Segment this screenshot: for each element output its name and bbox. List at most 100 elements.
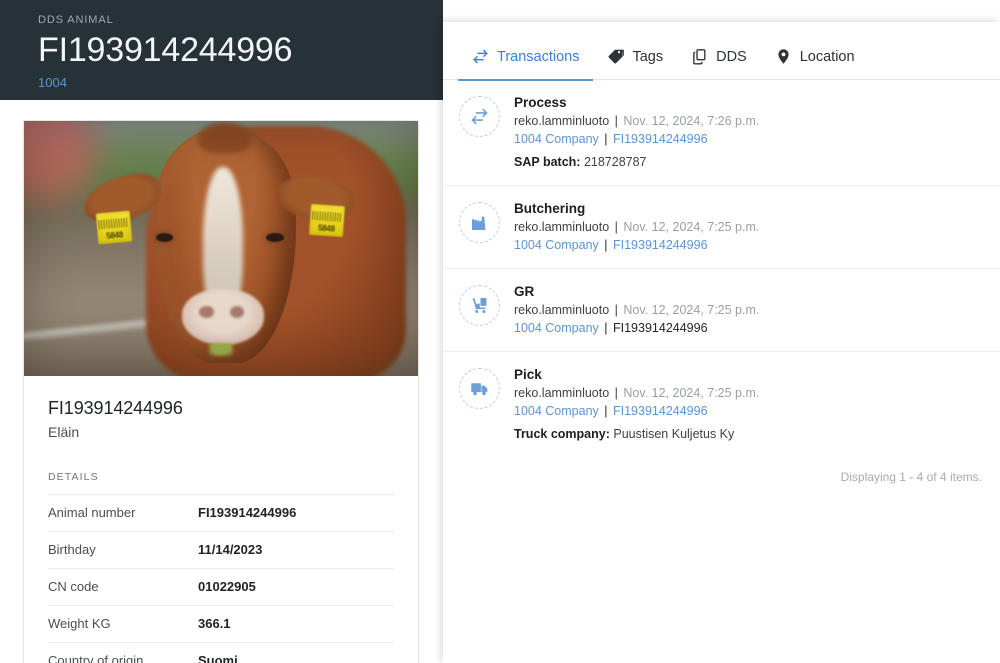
transaction-extra-value: 218728787: [583, 155, 647, 169]
tab-label: Tags: [632, 48, 664, 65]
transaction-title: Process: [514, 95, 567, 110]
tab-label: Transactions: [497, 48, 580, 65]
details-section-label: DETAILS: [48, 471, 99, 483]
detail-key: CN code: [48, 579, 99, 594]
animal-card-title: FI193914244996: [48, 398, 183, 418]
transfer-icon: [472, 48, 489, 65]
transaction-title: GR: [514, 284, 535, 299]
transaction-content: GR reko.lamminluoto | Nov. 12, 2024, 7:2…: [514, 283, 984, 337]
detail-key: Weight KG: [48, 616, 111, 631]
factory-icon: [459, 202, 500, 243]
transaction-row[interactable]: Butchering reko.lamminluoto | Nov. 12, 2…: [443, 186, 1000, 269]
meta-separator: |: [614, 114, 618, 128]
detail-key: Animal number: [48, 505, 136, 520]
detail-row: Birthday 11/14/2023: [48, 531, 394, 569]
tab-tags[interactable]: Tags: [593, 34, 677, 80]
page-header: DDS ANIMAL FI193914244996 1004: [0, 0, 443, 100]
meta-separator: |: [614, 220, 618, 234]
transaction-content: Butchering reko.lamminluoto | Nov. 12, 2…: [514, 200, 984, 254]
transaction-animal-text: FI193914244996: [613, 321, 708, 335]
page-title: FI193914244996: [38, 31, 293, 69]
transaction-user: reko.lamminluoto: [514, 220, 610, 234]
detail-row: Animal number FI193914244996: [48, 494, 394, 532]
transaction-company-link[interactable]: 1004 Company: [514, 321, 599, 335]
page-root: DDS ANIMAL FI193914244996 1004 5848 5848…: [0, 0, 1000, 663]
tag-icon: [607, 48, 625, 65]
transaction-animal-link[interactable]: FI193914244996: [613, 404, 708, 418]
detail-value: 366.1: [198, 616, 231, 631]
meta-separator: |: [614, 386, 618, 400]
transaction-extra-label: Truck company:: [514, 427, 610, 441]
transaction-user: reko.lamminluoto: [514, 303, 610, 317]
transaction-links: 1004 Company | FI193914244996: [514, 236, 984, 254]
detail-value: 11/14/2023: [198, 542, 263, 557]
animal-card: 5848 5848 FI193914244996 Eläin DETAILS A…: [23, 120, 419, 663]
transaction-timestamp: Nov. 12, 2024, 7:25 p.m.: [623, 220, 760, 234]
transactions-list: Process reko.lamminluoto | Nov. 12, 2024…: [443, 80, 1000, 457]
truck-icon: [459, 368, 500, 409]
transaction-meta: reko.lamminluoto | Nov. 12, 2024, 7:25 p…: [514, 219, 984, 236]
transaction-company-link[interactable]: 1004 Company: [514, 132, 599, 146]
transaction-meta: reko.lamminluoto | Nov. 12, 2024, 7:25 p…: [514, 385, 984, 402]
transaction-company-link[interactable]: 1004 Company: [514, 238, 599, 252]
tab-dds[interactable]: DDS: [677, 34, 761, 80]
transaction-extra-value: Puustisen Kuljetus Ky: [613, 427, 735, 441]
transaction-user: reko.lamminluoto: [514, 114, 610, 128]
transaction-extra: Truck company: Puustisen Kuljetus Ky: [514, 425, 984, 443]
transaction-animal-link[interactable]: FI193914244996: [613, 238, 708, 252]
detail-value: Suomi: [198, 653, 238, 663]
transaction-timestamp: Nov. 12, 2024, 7:25 p.m.: [623, 303, 760, 317]
ear-tag-left-number: 5848: [105, 229, 124, 240]
animal-card-body: FI193914244996 Eläin DETAILS Animal numb…: [24, 376, 418, 663]
transaction-row[interactable]: GR reko.lamminluoto | Nov. 12, 2024, 7:2…: [443, 269, 1000, 352]
header-company-link[interactable]: 1004: [38, 74, 443, 91]
animal-photo: 5848 5848: [24, 121, 418, 376]
transaction-title: Pick: [514, 367, 542, 382]
tab-bar: Transactions Tags DDS Location: [443, 34, 1000, 81]
transaction-content: Process reko.lamminluoto | Nov. 12, 2024…: [514, 94, 984, 171]
detail-panel: Transactions Tags DDS Location Process reko…: [443, 22, 1000, 663]
transaction-meta: reko.lamminluoto | Nov. 12, 2024, 7:25 p…: [514, 302, 984, 319]
transaction-timestamp: Nov. 12, 2024, 7:25 p.m.: [623, 386, 760, 400]
transaction-company-link[interactable]: 1004 Company: [514, 404, 599, 418]
transaction-meta: reko.lamminluoto | Nov. 12, 2024, 7:26 p…: [514, 113, 984, 130]
tab-location[interactable]: Location: [761, 34, 869, 80]
header-eyebrow: DDS ANIMAL: [38, 14, 114, 26]
ear-tag-left: 5848: [95, 210, 133, 244]
detail-key: Country of origin: [48, 653, 144, 663]
pagination-status: Displaying 1 - 4 of 4 items.: [840, 470, 982, 484]
link-separator: |: [604, 321, 608, 335]
meta-separator: |: [614, 303, 618, 317]
map-pin-icon: [775, 48, 792, 65]
transaction-links: 1004 Company | FI193914244996: [514, 402, 984, 420]
detail-key: Birthday: [48, 542, 96, 557]
transaction-links: 1004 Company | FI193914244996: [514, 130, 984, 148]
animal-card-subtitle: Eläin: [48, 424, 80, 440]
transfer-icon: [459, 96, 500, 137]
detail-row: CN code 01022905: [48, 568, 394, 606]
details-table: Animal number FI193914244996 Birthday 11/14…: [48, 494, 394, 663]
transaction-row[interactable]: Process reko.lamminluoto | Nov. 12, 2024…: [443, 80, 1000, 186]
detail-row: Weight KG 366.1: [48, 605, 394, 643]
ear-tag-right: 5848: [308, 203, 345, 237]
tab-label: DDS: [716, 48, 747, 65]
ear-tag-right-number: 5848: [317, 223, 335, 234]
transaction-user: reko.lamminluoto: [514, 386, 610, 400]
transaction-timestamp: Nov. 12, 2024, 7:26 p.m.: [623, 114, 760, 128]
link-separator: |: [604, 238, 608, 252]
transaction-row[interactable]: Pick reko.lamminluoto | Nov. 12, 2024, 7…: [443, 352, 1000, 457]
detail-value: 01022905: [198, 579, 256, 594]
transaction-animal-link[interactable]: FI193914244996: [613, 132, 708, 146]
dolly-icon: [459, 285, 500, 326]
transaction-title: Butchering: [514, 201, 586, 216]
transaction-extra-label: SAP batch:: [514, 155, 581, 169]
link-separator: |: [604, 404, 608, 418]
tab-transactions[interactable]: Transactions: [458, 34, 594, 81]
detail-value: FI193914244996: [198, 505, 297, 520]
detail-row: Country of origin Suomi: [48, 642, 394, 663]
transaction-extra: SAP batch: 218728787: [514, 153, 984, 171]
link-separator: |: [604, 132, 608, 146]
transaction-content: Pick reko.lamminluoto | Nov. 12, 2024, 7…: [514, 366, 984, 443]
copy-icon: [691, 48, 708, 65]
transaction-links: 1004 Company | FI193914244996: [514, 319, 984, 337]
